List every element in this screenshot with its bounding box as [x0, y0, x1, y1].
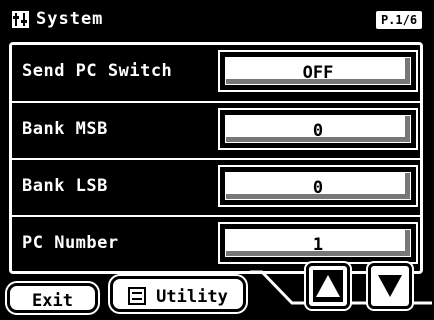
scroll-up-button[interactable]	[306, 263, 350, 309]
scroll-down-button[interactable]	[368, 263, 412, 309]
utility-button[interactable]: Utility	[110, 276, 246, 312]
utility-button-label: Utility	[156, 287, 228, 307]
exit-button-label: Exit	[32, 291, 73, 311]
exit-button[interactable]: Exit	[7, 283, 98, 313]
list-icon	[128, 287, 147, 305]
arrow-down-icon	[378, 275, 402, 297]
arrow-up-icon	[313, 270, 343, 302]
